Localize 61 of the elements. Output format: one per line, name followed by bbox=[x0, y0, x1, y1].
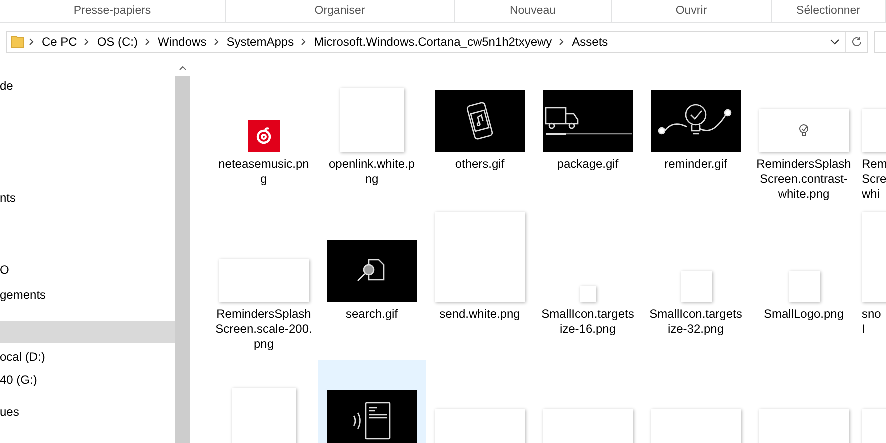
file-name: package.gif bbox=[557, 157, 619, 172]
caret-icon bbox=[178, 65, 186, 71]
app-logo-icon bbox=[248, 120, 280, 152]
nav-item[interactable]: ues bbox=[0, 401, 175, 423]
image-thumbnail bbox=[788, 271, 820, 302]
nav-item[interactable]: nts bbox=[0, 187, 175, 209]
breadcrumb[interactable]: Ce PC bbox=[39, 34, 80, 48]
chevron-down-icon bbox=[830, 36, 840, 46]
breadcrumb[interactable]: SystemApps bbox=[224, 34, 298, 48]
nav-item[interactable]: de bbox=[0, 75, 175, 97]
file-name: SmallLogo.png bbox=[764, 307, 844, 322]
file-name: SmallIcon.targets ize-16.png bbox=[542, 307, 634, 337]
file-item[interactable]: sno I bbox=[858, 210, 886, 352]
file-item[interactable]: openlink.white.p ng bbox=[318, 60, 426, 202]
file-name: sno I bbox=[862, 307, 882, 337]
lightbulb-icon bbox=[799, 124, 809, 137]
breadcrumb[interactable]: OS (C:) bbox=[94, 34, 142, 48]
ribbon-group-label: Ouvrir bbox=[676, 5, 708, 17]
file-name: SmallIcon.targets ize-32.png bbox=[650, 307, 742, 337]
file-item[interactable] bbox=[318, 360, 426, 443]
truck-icon bbox=[544, 106, 632, 136]
file-item[interactable]: SmallLogo.png bbox=[750, 210, 858, 352]
file-name: RemindersSplash Screen.contrast- white.png bbox=[756, 157, 852, 202]
file-name: neteasemusic.pn g bbox=[218, 157, 310, 187]
search-field[interactable] bbox=[874, 30, 886, 52]
file-item[interactable]: RemindersSplash Screen.scale-200. png bbox=[210, 210, 318, 352]
file-item[interactable]: search.gif bbox=[318, 210, 426, 352]
ribbon-group-label: Nouveau bbox=[510, 5, 556, 17]
nav-item[interactable]: ocal (D:) bbox=[0, 346, 175, 368]
file-name: RemindersSplash Screen.scale-200. png bbox=[216, 307, 312, 352]
nav-item[interactable] bbox=[0, 321, 175, 343]
image-thumbnail bbox=[232, 388, 296, 443]
nav-item[interactable]: O bbox=[0, 259, 175, 281]
folder-icon bbox=[11, 34, 25, 48]
file-item[interactable]: others.gif bbox=[426, 60, 534, 202]
file-item[interactable]: reminder.gif bbox=[642, 60, 750, 202]
image-thumbnail bbox=[340, 88, 404, 152]
image-thumbnail bbox=[680, 271, 712, 302]
file-item[interactable]: SmallIcon.targets ize-16.png bbox=[534, 210, 642, 352]
ribbon-group-label: Organiser bbox=[314, 5, 366, 17]
file-name: search.gif bbox=[346, 307, 398, 322]
ribbon-group-label: Sélectionner bbox=[796, 5, 860, 17]
nav-item[interactable]: 40 (G:) bbox=[0, 369, 175, 391]
breadcrumb[interactable]: Windows bbox=[155, 34, 210, 48]
nav-item[interactable]: gements bbox=[0, 284, 175, 306]
refresh-icon bbox=[850, 36, 862, 48]
file-item[interactable]: neteasemusic.pn g bbox=[210, 60, 318, 202]
address-bar[interactable]: Ce PC OS (C:) Windows SystemApps Microsoft.Windows.Cortana_cw5n1h2txyewy Assets bbox=[6, 30, 868, 52]
breadcrumb[interactable]: Assets bbox=[569, 34, 612, 48]
file-name: openlink.white.p ng bbox=[328, 157, 416, 187]
music-player-icon bbox=[465, 100, 495, 142]
file-item[interactable]: RemindersSplash Screen.contrast- white.png bbox=[750, 60, 858, 202]
file-name: reminder.gif bbox=[664, 157, 728, 172]
file-item[interactable]: send.white.png bbox=[426, 210, 534, 352]
ribbon-group-label: Presse-papiers bbox=[74, 5, 152, 17]
breadcrumb[interactable]: Microsoft.Windows.Cortana_cw5n1h2txyewy bbox=[311, 34, 556, 48]
file-item[interactable]: package.gif bbox=[534, 60, 642, 202]
file-item[interactable]: SmallIcon.targets ize-32.png bbox=[642, 210, 750, 352]
image-thumbnail bbox=[580, 286, 596, 302]
file-name: send.white.png bbox=[440, 307, 520, 322]
file-name: others.gif bbox=[455, 157, 505, 172]
